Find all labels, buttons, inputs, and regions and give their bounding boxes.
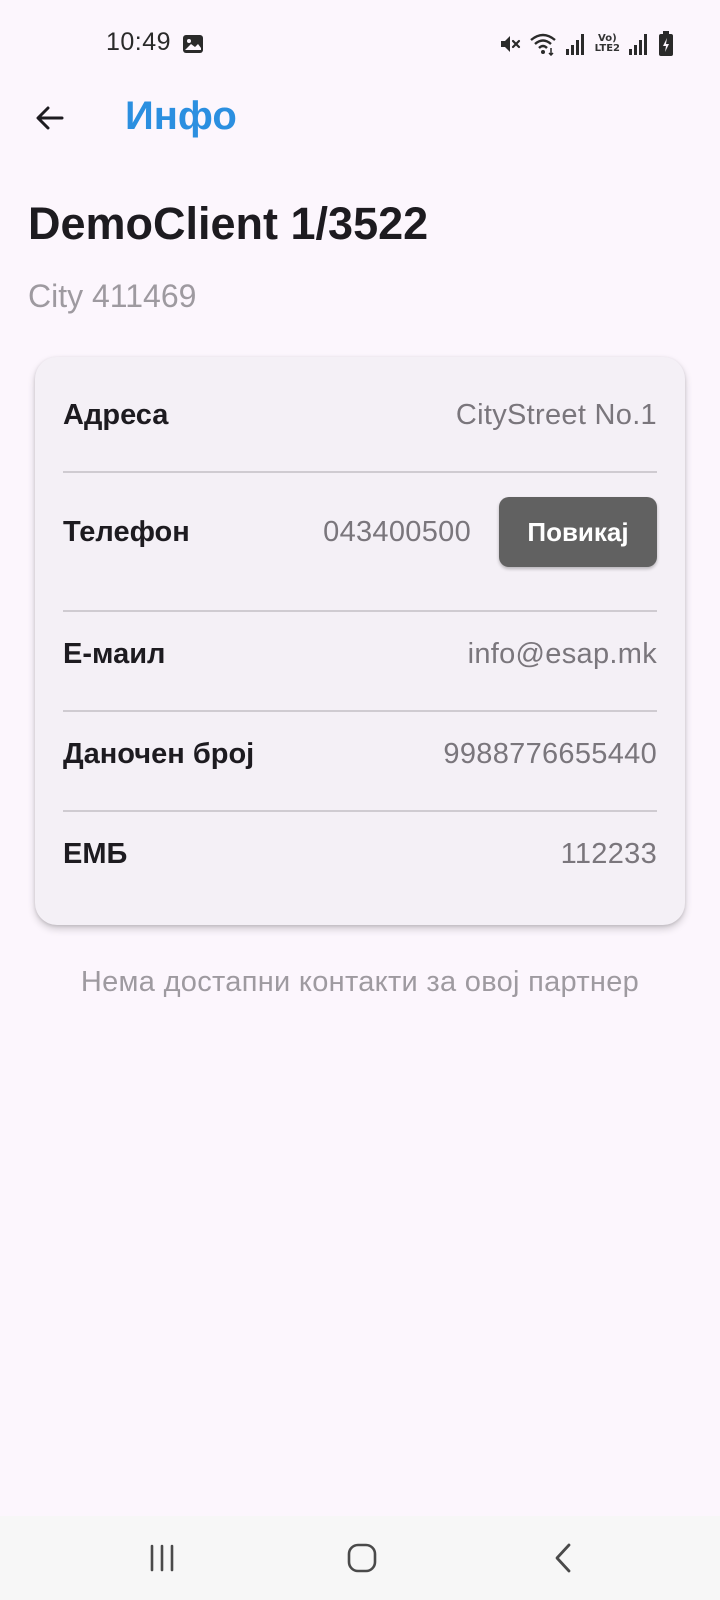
nav-back-icon xyxy=(555,1543,571,1573)
client-info-card: Адреса CityStreet No.1 Телефон 043400500… xyxy=(35,357,685,925)
signal-icon xyxy=(565,34,584,55)
divider xyxy=(63,810,657,812)
phone-group: 043400500 Повикај xyxy=(323,497,657,567)
client-city: City 411469 xyxy=(28,278,197,314)
app-title: Инфо xyxy=(125,94,237,138)
status-icons: Vo) LTE2 xyxy=(497,30,674,58)
back-button[interactable] xyxy=(22,90,78,146)
gallery-icon xyxy=(183,35,203,53)
tax-number-value: 9988776655440 xyxy=(443,737,657,770)
home-icon xyxy=(347,1543,377,1573)
email-label: Е-маил xyxy=(63,637,166,670)
arrow-back-icon xyxy=(36,106,64,130)
address-value: CityStreet No.1 xyxy=(455,398,657,431)
nav-back-button[interactable] xyxy=(534,1534,594,1582)
divider xyxy=(63,610,657,612)
emb-label: ЕМБ xyxy=(63,837,128,870)
emb-row: ЕМБ 112233 xyxy=(63,819,657,889)
volte-icon: Vo) LTE2 xyxy=(594,33,620,54)
app-bar: Инфо xyxy=(0,80,720,156)
address-label: Адреса xyxy=(63,398,169,431)
mute-icon xyxy=(500,36,520,52)
phone-value: 043400500 xyxy=(323,515,471,548)
status-bar: 10:49 Vo) LTE2 xyxy=(0,0,720,90)
divider xyxy=(63,710,657,712)
status-time: 10:49 xyxy=(106,28,172,56)
emb-value: 112233 xyxy=(560,837,657,870)
battery-charging-icon xyxy=(659,31,673,56)
divider xyxy=(63,471,657,473)
tax-number-label: Даночен број xyxy=(63,737,255,770)
wifi-icon xyxy=(529,33,556,56)
no-contacts-message: Нема достапни контакти за овој партнер xyxy=(80,966,640,998)
signal-icon xyxy=(629,34,647,55)
screen: 10:49 Vo) LTE2 Инфо DemoClient 1/3522 Ci… xyxy=(0,0,720,1600)
home-button[interactable] xyxy=(332,1534,392,1582)
system-nav-bar xyxy=(0,1516,720,1600)
email-value: info@esap.mk xyxy=(467,637,657,670)
address-row: Адреса CityStreet No.1 xyxy=(63,380,657,450)
phone-label: Телефон xyxy=(63,515,190,548)
client-name: DemoClient 1/3522 xyxy=(28,198,429,249)
tax-number-row: Даночен број 9988776655440 xyxy=(63,719,657,789)
email-row: Е-маил info@esap.mk xyxy=(63,619,657,689)
call-button[interactable]: Повикај xyxy=(499,497,657,567)
phone-row: Телефон 043400500 Повикај xyxy=(63,497,657,567)
recent-apps-button[interactable] xyxy=(132,1534,192,1582)
recent-apps-icon xyxy=(150,1544,174,1572)
